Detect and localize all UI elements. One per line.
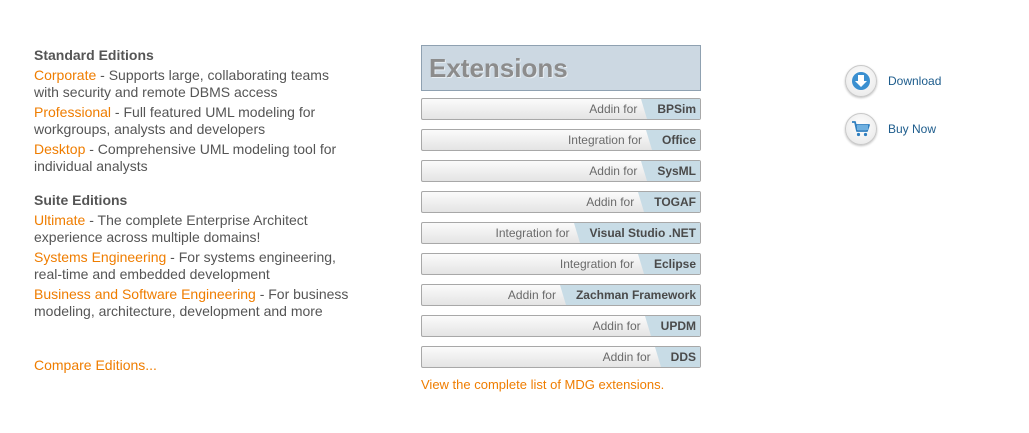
extension-prefix: Addin for bbox=[589, 102, 638, 116]
buy-now-action[interactable]: Buy Now bbox=[845, 113, 936, 145]
extension-name: SysML bbox=[641, 161, 700, 181]
extension-name: TOGAF bbox=[638, 192, 700, 212]
extension-button-bpsim[interactable]: Addin for BPSim bbox=[421, 98, 701, 120]
extension-name: UPDM bbox=[644, 316, 700, 336]
extension-button-togaf[interactable]: Addin for TOGAF bbox=[421, 191, 701, 213]
editions-panel: Standard Editions Corporate - Supports l… bbox=[34, 47, 354, 320]
extensions-list: Addin for BPSim Integration for Office A… bbox=[421, 98, 701, 377]
download-action[interactable]: Download bbox=[845, 65, 941, 97]
edition-link-ultimate[interactable]: Ultimate bbox=[34, 212, 85, 228]
extension-name: BPSim bbox=[641, 99, 700, 119]
extension-prefix: Integration for bbox=[495, 226, 570, 240]
extensions-header: Extensions bbox=[421, 45, 701, 91]
extension-prefix: Integration for bbox=[567, 133, 642, 147]
extension-button-zachman[interactable]: Addin for Zachman Framework bbox=[421, 284, 701, 306]
shopping-cart-icon[interactable] bbox=[845, 113, 877, 145]
extension-name: Zachman Framework bbox=[559, 285, 700, 305]
edition-link-corporate[interactable]: Corporate bbox=[34, 67, 96, 83]
view-all-extensions-link[interactable]: View the complete list of MDG extensions… bbox=[421, 377, 664, 392]
edition-link-desktop[interactable]: Desktop bbox=[34, 141, 85, 157]
extension-prefix: Addin for bbox=[592, 319, 641, 333]
extension-name: Eclipse bbox=[637, 254, 700, 274]
edition-desktop: Desktop - Comprehensive UML modeling too… bbox=[34, 141, 354, 175]
download-arrow-icon[interactable] bbox=[845, 65, 877, 97]
buy-now-link[interactable]: Buy Now bbox=[888, 122, 936, 136]
extension-button-eclipse[interactable]: Integration for Eclipse bbox=[421, 253, 701, 275]
download-link[interactable]: Download bbox=[888, 74, 941, 88]
edition-professional: Professional - Full featured UML modelin… bbox=[34, 104, 354, 138]
edition-link-business-software-engineering[interactable]: Business and Software Engineering bbox=[34, 286, 256, 302]
extension-button-dds[interactable]: Addin for DDS bbox=[421, 346, 701, 368]
extension-name: DDS bbox=[654, 347, 700, 367]
standard-editions-heading: Standard Editions bbox=[34, 47, 154, 63]
extension-button-sysml[interactable]: Addin for SysML bbox=[421, 160, 701, 182]
extensions-title: Extensions bbox=[429, 53, 568, 83]
edition-link-professional[interactable]: Professional bbox=[34, 104, 111, 120]
extension-button-visual-studio[interactable]: Integration for Visual Studio .NET bbox=[421, 222, 701, 244]
extension-prefix: Addin for bbox=[586, 195, 635, 209]
edition-systems-engineering: Systems Engineering - For systems engine… bbox=[34, 249, 354, 283]
extension-button-office[interactable]: Integration for Office bbox=[421, 129, 701, 151]
extension-prefix: Addin for bbox=[507, 288, 556, 302]
compare-editions-link[interactable]: Compare Editions... bbox=[34, 357, 157, 373]
extension-prefix: Integration for bbox=[559, 257, 634, 271]
extension-name: Visual Studio .NET bbox=[573, 223, 700, 243]
edition-corporate: Corporate - Supports large, collaboratin… bbox=[34, 67, 354, 101]
extension-prefix: Addin for bbox=[589, 164, 638, 178]
edition-business-software-engineering: Business and Software Engineering - For … bbox=[34, 286, 354, 320]
edition-link-systems-engineering[interactable]: Systems Engineering bbox=[34, 249, 166, 265]
extension-button-updm[interactable]: Addin for UPDM bbox=[421, 315, 701, 337]
edition-ultimate: Ultimate - The complete Enterprise Archi… bbox=[34, 212, 354, 246]
extension-prefix: Addin for bbox=[602, 350, 651, 364]
extension-name: Office bbox=[645, 130, 700, 150]
suite-editions-heading: Suite Editions bbox=[34, 192, 128, 208]
